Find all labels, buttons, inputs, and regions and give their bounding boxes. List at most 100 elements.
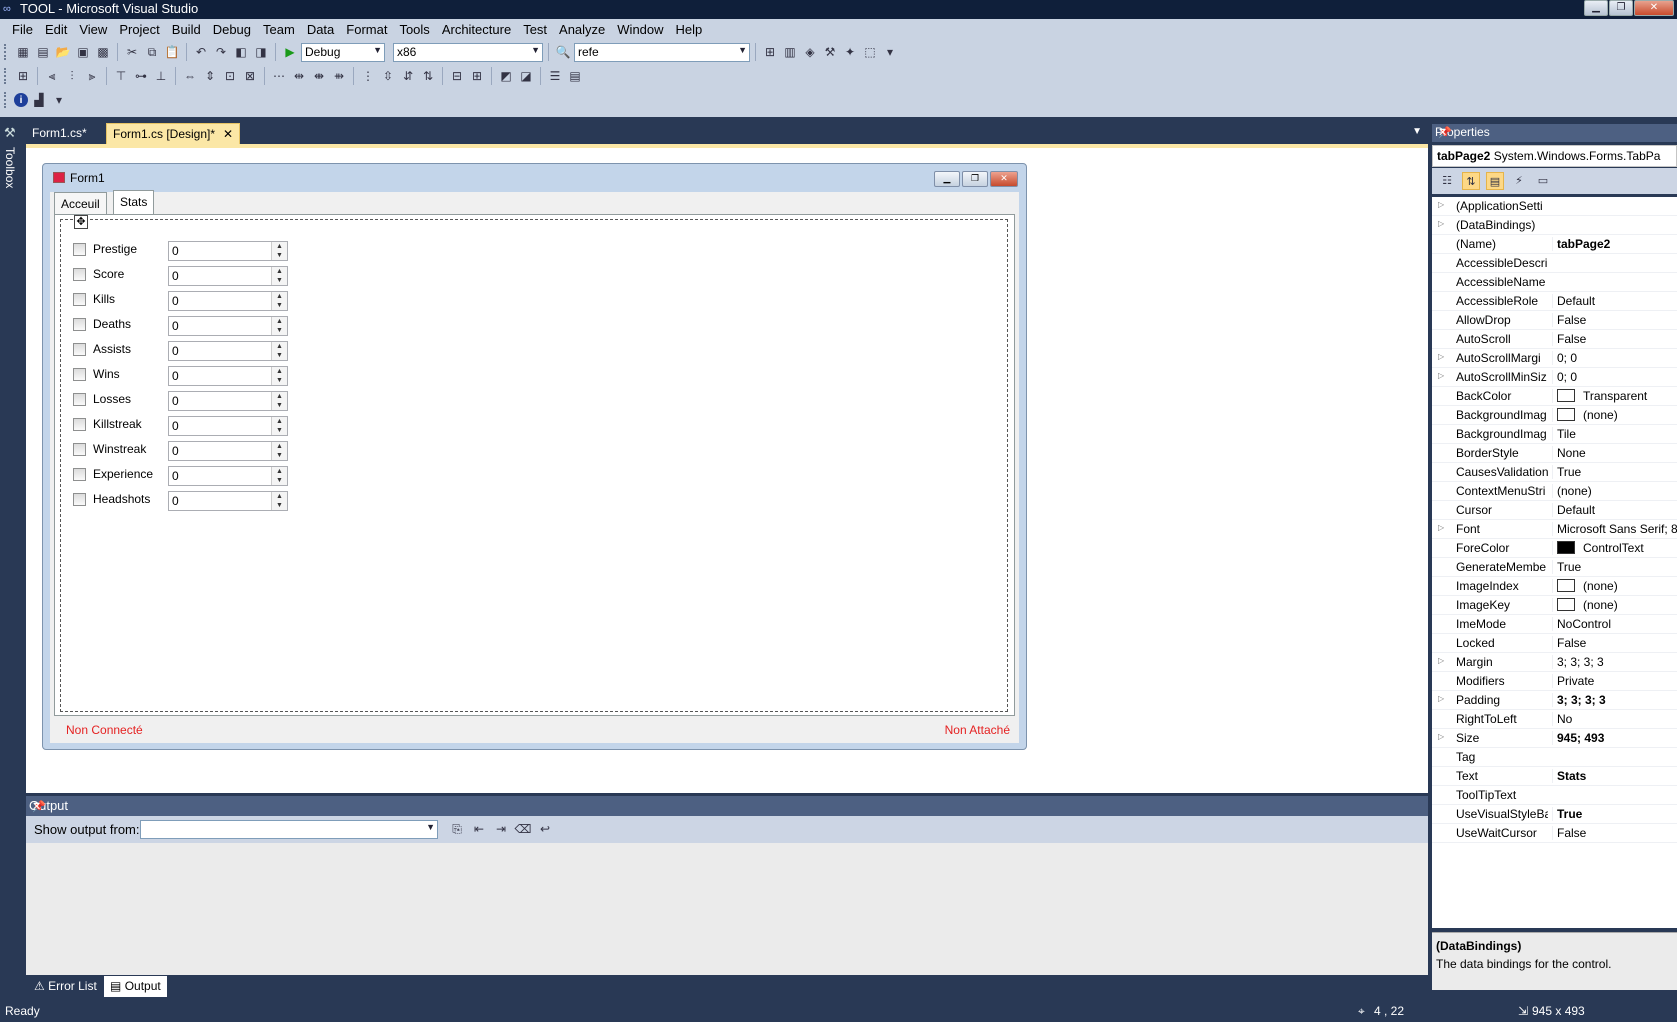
close-button[interactable]: ✕ (1634, 0, 1674, 16)
property-pages-icon[interactable]: ▭ (1534, 172, 1552, 190)
expand-icon[interactable]: ▷ (1438, 523, 1444, 532)
prop-value[interactable]: tabPage2 (1552, 237, 1677, 251)
toolbar-options-icon[interactable]: ▾ (50, 91, 68, 109)
deaths-numeric[interactable]: 0 ▲ ▼ (168, 316, 288, 336)
score-checkbox[interactable] (73, 268, 86, 281)
prop-value[interactable]: 3; 3; 3; 3 (1552, 655, 1677, 669)
killstreak-numeric[interactable]: 0 ▲ ▼ (168, 416, 288, 436)
paste-icon[interactable]: 📋 (163, 43, 181, 61)
spin-up-icon[interactable]: ▲ (272, 317, 287, 326)
prop-value[interactable]: Private (1552, 674, 1677, 688)
spin-up-icon[interactable]: ▲ (272, 392, 287, 401)
prop-value[interactable]: False (1552, 332, 1677, 346)
winstreak-numeric[interactable]: 0 ▲ ▼ (168, 441, 288, 461)
prop-value[interactable]: 945; 493 (1552, 731, 1677, 745)
prop-value[interactable]: Transparent (1552, 389, 1677, 403)
add-item-icon[interactable]: ▤ (34, 43, 52, 61)
cut-icon[interactable]: ✂ (123, 43, 141, 61)
tab-error-list[interactable]: ⚠ Error List (28, 976, 103, 997)
expand-icon[interactable]: ▷ (1438, 694, 1444, 703)
tab-form1-cs[interactable]: Form1.cs* (26, 123, 93, 144)
expand-icon[interactable]: ▷ (1438, 352, 1444, 361)
tab-stats[interactable]: Stats (113, 190, 155, 214)
prop-row[interactable]: AccessibleRole Default (1432, 292, 1677, 311)
expand-icon[interactable]: ▷ (1438, 732, 1444, 741)
prop-row[interactable]: ▷ Margin 3; 3; 3; 3 (1432, 653, 1677, 672)
spin-down-icon[interactable]: ▼ (272, 426, 287, 435)
chevron-down-icon[interactable]: ▼ (1412, 126, 1422, 137)
h-spacing-remove-icon[interactable]: ⇻ (330, 67, 348, 85)
spin-down-icon[interactable]: ▼ (272, 401, 287, 410)
v-spacing-decrease-icon[interactable]: ⇵ (399, 67, 417, 85)
v-spacing-increase-icon[interactable]: ⇳ (379, 67, 397, 85)
prop-value[interactable]: 0; 0 (1552, 370, 1677, 384)
events-icon[interactable]: ⚡ (1510, 172, 1528, 190)
expand-icon[interactable]: ▷ (1438, 219, 1444, 228)
toolbar-options-icon[interactable]: ▾ (881, 43, 899, 61)
prop-value[interactable]: True (1552, 465, 1677, 479)
spin-up-icon[interactable]: ▲ (272, 242, 287, 251)
form1-window[interactable]: Form1 ▁ ❐ ✕ Acceuil Stats ✥ Prestige 0 ▲ ▼… (42, 163, 1027, 750)
prop-row[interactable]: Tag (1432, 748, 1677, 767)
prop-row[interactable]: Modifiers Private (1432, 672, 1677, 691)
prop-value[interactable]: NoControl (1552, 617, 1677, 631)
menu-architecture[interactable]: Architecture (436, 22, 517, 37)
prop-row[interactable]: CausesValidation True (1432, 463, 1677, 482)
prop-row[interactable]: ImageIndex (none) (1432, 577, 1677, 596)
categorized-icon[interactable]: ☷ (1438, 172, 1456, 190)
prop-row[interactable]: ImeMode NoControl (1432, 615, 1677, 634)
tab-form1-design[interactable]: Form1.cs [Design]* ✕ (106, 123, 241, 144)
prop-row[interactable]: RightToLeft No (1432, 710, 1677, 729)
menu-analyze[interactable]: Analyze (553, 22, 611, 37)
prop-row[interactable]: UseVisualStyleBa True (1432, 805, 1677, 824)
menu-window[interactable]: Window (611, 22, 669, 37)
expand-icon[interactable]: ▷ (1438, 371, 1444, 380)
prop-row[interactable]: (Name) tabPage2 (1432, 235, 1677, 254)
prop-row[interactable]: AutoScroll False (1432, 330, 1677, 349)
form-maximize-button[interactable]: ❐ (962, 171, 988, 187)
bring-to-front-icon[interactable]: ◩ (497, 67, 515, 85)
center-horizontally-icon[interactable]: ⊟ (448, 67, 466, 85)
align-lefts-icon[interactable]: ⫷ (43, 67, 61, 85)
new-project-icon[interactable]: ▦ (14, 43, 32, 61)
spin-down-icon[interactable]: ▼ (272, 501, 287, 510)
experience-numeric[interactable]: 0 ▲ ▼ (168, 466, 288, 486)
tab-output[interactable]: ▤ Output (104, 976, 167, 997)
maximize-button[interactable]: ❐ (1609, 0, 1633, 16)
h-spacing-decrease-icon[interactable]: ⇼ (310, 67, 328, 85)
spin-down-icon[interactable]: ▼ (272, 451, 287, 460)
spin-down-icon[interactable]: ▼ (272, 301, 287, 310)
experience-checkbox[interactable] (73, 468, 86, 481)
menu-edit[interactable]: Edit (39, 22, 73, 37)
make-same-size-icon[interactable]: ⊡ (221, 67, 239, 85)
spin-up-icon[interactable]: ▲ (272, 342, 287, 351)
wins-numeric[interactable]: 0 ▲ ▼ (168, 366, 288, 386)
prop-value[interactable]: No (1552, 712, 1677, 726)
spin-up-icon[interactable]: ▲ (272, 367, 287, 376)
make-same-width-icon[interactable]: ⇔ (181, 67, 199, 85)
menu-debug[interactable]: Debug (207, 22, 257, 37)
prop-value[interactable]: (none) (1552, 484, 1677, 498)
prop-value[interactable]: ControlText (1552, 541, 1677, 555)
spin-down-icon[interactable]: ▼ (272, 351, 287, 360)
prop-value[interactable]: True (1552, 560, 1677, 574)
prop-value[interactable]: (none) (1552, 579, 1677, 593)
properties-object-select[interactable]: tabPage2 System.Windows.Forms.TabPa (1432, 145, 1677, 167)
spin-up-icon[interactable]: ▲ (272, 492, 287, 501)
solution-explorer-icon[interactable]: ⊞ (761, 43, 779, 61)
tab-acceuil[interactable]: Acceuil (54, 192, 107, 214)
close-icon[interactable]: ✕ (32, 800, 47, 813)
headshots-checkbox[interactable] (73, 493, 86, 506)
expand-icon[interactable]: ▷ (1438, 200, 1444, 209)
align-middles-icon[interactable]: ⊶ (132, 67, 150, 85)
prop-value[interactable]: False (1552, 636, 1677, 650)
prop-value[interactable]: (none) (1552, 408, 1677, 422)
prop-row[interactable]: GenerateMembe True (1432, 558, 1677, 577)
prop-row[interactable]: ContextMenuStri (none) (1432, 482, 1677, 501)
h-spacing-equal-icon[interactable]: ⋯ (270, 67, 288, 85)
solution-config-select[interactable]: Debug ▼ (301, 42, 385, 62)
spin-down-icon[interactable]: ▼ (272, 251, 287, 260)
prop-row[interactable]: BorderStyle None (1432, 444, 1677, 463)
spin-down-icon[interactable]: ▼ (272, 326, 287, 335)
tab-order-icon[interactable]: ☰ (546, 67, 564, 85)
